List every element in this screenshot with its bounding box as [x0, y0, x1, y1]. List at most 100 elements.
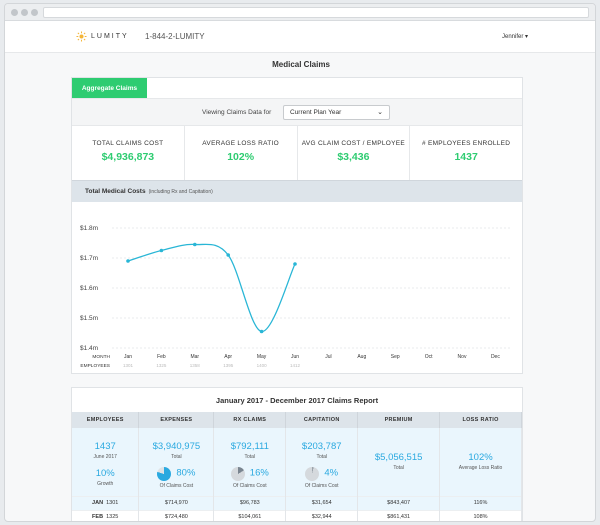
employee-count: 1325 [106, 514, 119, 521]
data-point [226, 253, 230, 257]
month-label: FEB [92, 514, 104, 521]
employee-count-label: 1412 [290, 363, 301, 368]
summary-value: $203,787 [301, 441, 342, 452]
table-row[interactable]: FEB 1325 $724,480 $104,061 $32,944 $861,… [72, 509, 522, 521]
summary-sub: Total [393, 465, 404, 472]
kpi-row: TOTAL CLAIMS COST $4,936,873 AVERAGE LOS… [72, 126, 522, 180]
table-row[interactable]: JAN 1301 $714,970 $96,783 $31,654 $843,4… [72, 495, 522, 510]
chart-title: Total Medical Costs (including Rx and Cap… [85, 188, 213, 195]
share-label: Of Claims Cost [159, 482, 194, 489]
summary-growth: 10% Growth [72, 460, 140, 496]
summary-value: 102% [468, 452, 493, 464]
summary-value: 1437 [94, 441, 116, 452]
chart-subtitle: (including Rx and Capitation) [148, 189, 213, 195]
kpi-label: # EMPLOYEES ENROLLED [421, 140, 511, 147]
data-point [159, 248, 164, 253]
pie-chart-icon [230, 466, 245, 481]
employee-count-label: 1400 [257, 363, 268, 368]
chevron-down-icon: ⌄ [377, 109, 383, 116]
aggregate-claims-panel: Aggregate Claims Viewing Claims Data for… [71, 77, 523, 374]
browser-chrome [5, 4, 595, 21]
kpi-total-claims: TOTAL CLAIMS COST $4,936,873 [72, 126, 185, 180]
summary-loss-ratio: 102% Average Loss Ratio [439, 428, 522, 496]
y-tick-label: $1.7m [80, 255, 98, 262]
kpi-value: 102% [227, 151, 255, 163]
summary-premium: $5,056,515 Total [357, 428, 441, 496]
kpi-label: AVERAGE LOSS RATIO [202, 140, 279, 147]
x-tick-label: Apr [224, 354, 232, 360]
col-header[interactable]: PREMIUM [357, 412, 441, 428]
row-label: EMPLOYEES [80, 363, 110, 369]
row-label: MONTH [92, 354, 110, 360]
window-close-dot[interactable] [11, 9, 18, 16]
cell-expenses: $724,480 [138, 509, 215, 521]
chevron-down-icon: ▾ [525, 34, 529, 40]
chart-header: Total Medical Costs (including Rx and Cap… [72, 180, 522, 202]
window-maximize-dot[interactable] [31, 9, 38, 16]
kpi-value: 1437 [454, 151, 478, 163]
employee-count-label: 1325 [156, 363, 167, 368]
cell-expenses: $714,970 [138, 495, 215, 510]
medical-costs-chart: $1.8m $1.7m $1.6m $1.5m $1.4m MONTH EMPLOYEES J… [80, 225, 512, 369]
data-point [259, 329, 264, 334]
kpi-value: $4,936,873 [101, 151, 155, 163]
support-phone[interactable]: 1-844-2-LUMITY [145, 32, 205, 41]
kpi-value: $3,436 [337, 151, 370, 163]
share-label: Of Claims Cost [304, 482, 339, 489]
cell-loss: 108% [439, 509, 522, 521]
summary-sub: Average Loss Ratio [458, 465, 503, 472]
cell-premium: $843,407 [357, 495, 441, 510]
report-title: January 2017 - December 2017 Claims Repo… [215, 396, 379, 405]
kpi-employees: # EMPLOYEES ENROLLED 1437 [410, 126, 522, 180]
employee-count-label: 1358 [190, 363, 201, 368]
filter-bar: Viewing Claims Data for Current Plan Yea… [72, 98, 522, 126]
y-tick-label: $1.8m [80, 225, 98, 232]
brand-logo[interactable]: LUMITY [76, 31, 129, 42]
col-header[interactable]: LOSS RATIO [439, 412, 522, 428]
kpi-label: TOTAL CLAIMS COST [92, 140, 164, 147]
share-label: Of Claims Cost [232, 482, 267, 489]
plan-year-select[interactable]: Current Plan Year ⌄ [283, 105, 390, 120]
share-value: 16% [249, 467, 269, 479]
summary-expenses: $3,940,975 Total [138, 428, 215, 460]
expenses-share: 80% Of Claims Cost [138, 460, 215, 496]
x-tick-label: Dec [491, 354, 500, 360]
window-minimize-dot[interactable] [21, 9, 28, 16]
x-tick-label: Nov [458, 354, 467, 360]
table-header-row: EMPLOYEES EXPENSES RX CLAIMS CAPITATION … [72, 412, 522, 428]
summary-capitation: $203,787 Total [285, 428, 359, 460]
cell-capitation: $32,944 [285, 509, 359, 521]
tab-aggregate-claims[interactable]: Aggregate Claims [72, 78, 147, 98]
col-header[interactable]: EXPENSES [138, 412, 215, 428]
y-tick-label: $1.6m [80, 285, 98, 292]
sun-logo-icon [76, 31, 87, 42]
rx-share: 16% Of Claims Cost [213, 460, 287, 496]
col-header[interactable]: CAPITATION [285, 412, 359, 428]
address-bar[interactable] [43, 7, 589, 18]
share-line: 4% [286, 466, 357, 481]
x-tick-label: May [257, 354, 267, 360]
y-tick-label: $1.4m [80, 345, 98, 352]
cell-capitation: $31,654 [285, 495, 359, 510]
chart-title-text: Total Medical Costs [85, 188, 146, 195]
kpi-loss-ratio: AVERAGE LOSS RATIO 102% [185, 126, 298, 180]
page-title: Medical Claims [272, 60, 330, 69]
pie-chart-icon [157, 466, 172, 481]
share-line: 80% [139, 466, 213, 481]
cell-premium: $861,431 [357, 509, 441, 521]
x-tick-label: Jun [291, 354, 299, 360]
data-point [126, 259, 130, 263]
x-tick-label: Feb [157, 354, 166, 360]
col-header[interactable]: RX CLAIMS [213, 412, 287, 428]
share-value: 80% [176, 467, 196, 479]
user-menu[interactable]: Jennifer ▾ [502, 33, 528, 40]
cell-month: FEB 1325 [72, 509, 140, 521]
month-label: JAN [92, 500, 104, 506]
browser-window: LUMITY 1-844-2-LUMITY Jennifer ▾ Medical… [4, 3, 596, 522]
employee-count-label: 1301 [123, 363, 134, 368]
plan-year-value: Current Plan Year [290, 109, 342, 116]
col-header[interactable]: EMPLOYEES [72, 412, 140, 428]
data-point [293, 262, 297, 266]
growth-value: 10% [95, 468, 115, 480]
x-tick-label: Oct [425, 354, 433, 360]
